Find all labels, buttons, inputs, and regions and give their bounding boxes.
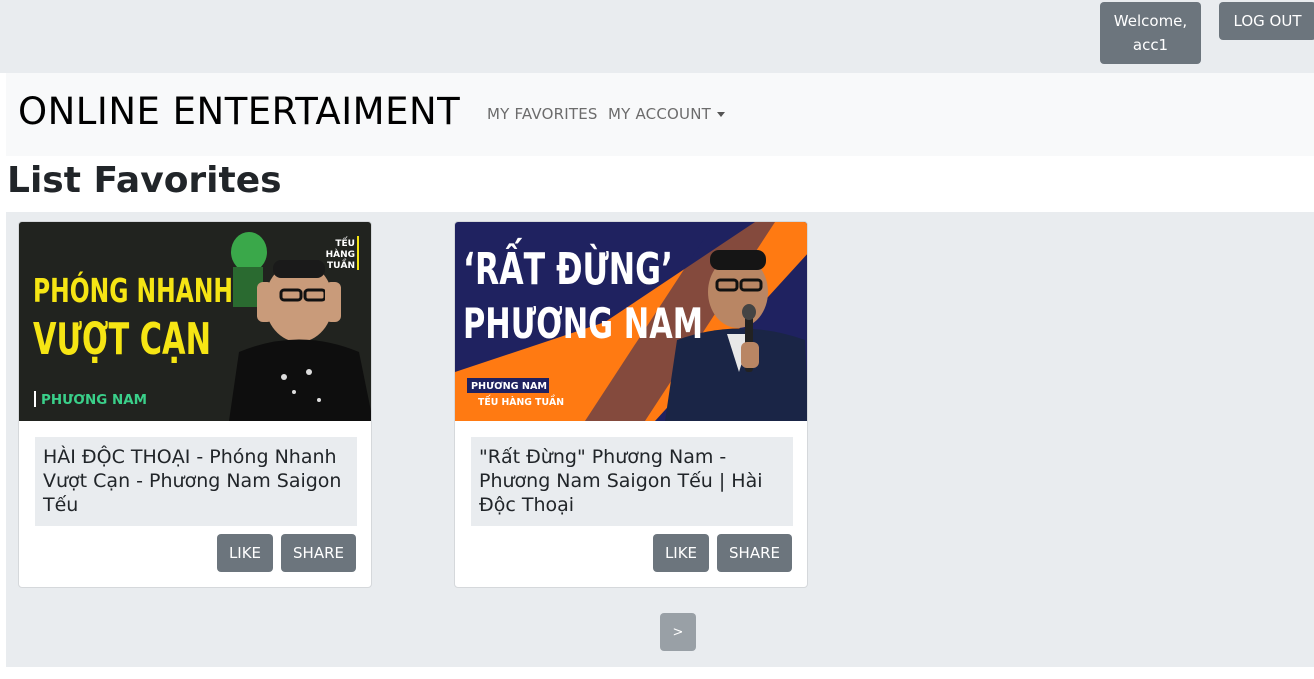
thumb-line-2: PHƯƠNG NAM: [463, 299, 703, 348]
favorites-list: TẾU HÀNG TUẦN PHÓNG NHANH VƯỢT CẠN PHƯƠN…: [6, 212, 1314, 667]
welcome-text: Welcome,: [1113, 12, 1188, 30]
logout-button[interactable]: LOG OUT: [1219, 2, 1314, 40]
video-thumbnail[interactable]: TẾU HÀNG TUẦN PHÓNG NHANH VƯỢT CẠN PHƯƠN…: [19, 222, 371, 421]
nav-my-account-dropdown[interactable]: MY ACCOUNT: [608, 105, 725, 123]
video-title: "Rất Đừng" Phương Nam - Phương Nam Saigo…: [471, 437, 793, 526]
video-thumbnail[interactable]: ‘RẤT ĐỪNG’ PHƯƠNG NAM PHƯƠNG NAM TẾU HÀN…: [455, 222, 807, 421]
next-page-button[interactable]: >: [660, 613, 696, 651]
thumb-line-1: PHÓNG NHANH: [33, 270, 233, 310]
username-text: acc1: [1132, 36, 1169, 54]
like-button[interactable]: LIKE: [217, 534, 273, 572]
caret-down-icon: [717, 112, 725, 117]
thumbnail-image: ‘RẤT ĐỪNG’ PHƯƠNG NAM PHƯƠNG NAM TẾU HÀN…: [455, 222, 807, 421]
share-button[interactable]: SHARE: [281, 534, 356, 572]
welcome-user-button[interactable]: Welcome, acc1: [1100, 2, 1201, 64]
thumb-corner-2: HÀNG: [326, 248, 355, 260]
video-title: HÀI ĐỘC THOẠI - Phóng Nhanh Vượt Cạn - P…: [35, 437, 357, 526]
page-title: List Favorites: [7, 160, 282, 201]
video-card: TẾU HÀNG TUẦN PHÓNG NHANH VƯỢT CẠN PHƯƠN…: [18, 221, 372, 588]
thumbnail-image: TẾU HÀNG TUẦN PHÓNG NHANH VƯỢT CẠN PHƯƠN…: [19, 222, 371, 421]
nav-my-account-label: MY ACCOUNT: [608, 105, 711, 123]
share-button[interactable]: SHARE: [717, 534, 792, 572]
top-bar: Welcome, acc1 LOG OUT: [0, 0, 1314, 73]
nav-my-favorites[interactable]: MY FAVORITES: [487, 105, 598, 123]
thumb-line-1: ‘RẤT ĐỪNG’: [463, 236, 673, 295]
navbar: ONLINE ENTERTAIMENT MY FAVORITES MY ACCO…: [6, 73, 1314, 156]
video-card: ‘RẤT ĐỪNG’ PHƯƠNG NAM PHƯƠNG NAM TẾU HÀN…: [454, 221, 808, 588]
thumb-tag-1: PHƯƠNG NAM: [471, 381, 547, 392]
thumb-tag: PHƯƠNG NAM: [41, 393, 147, 408]
thumb-line-2: VƯỢT CẠN: [33, 314, 211, 365]
like-button[interactable]: LIKE: [653, 534, 709, 572]
brand-title[interactable]: ONLINE ENTERTAIMENT: [18, 90, 460, 133]
